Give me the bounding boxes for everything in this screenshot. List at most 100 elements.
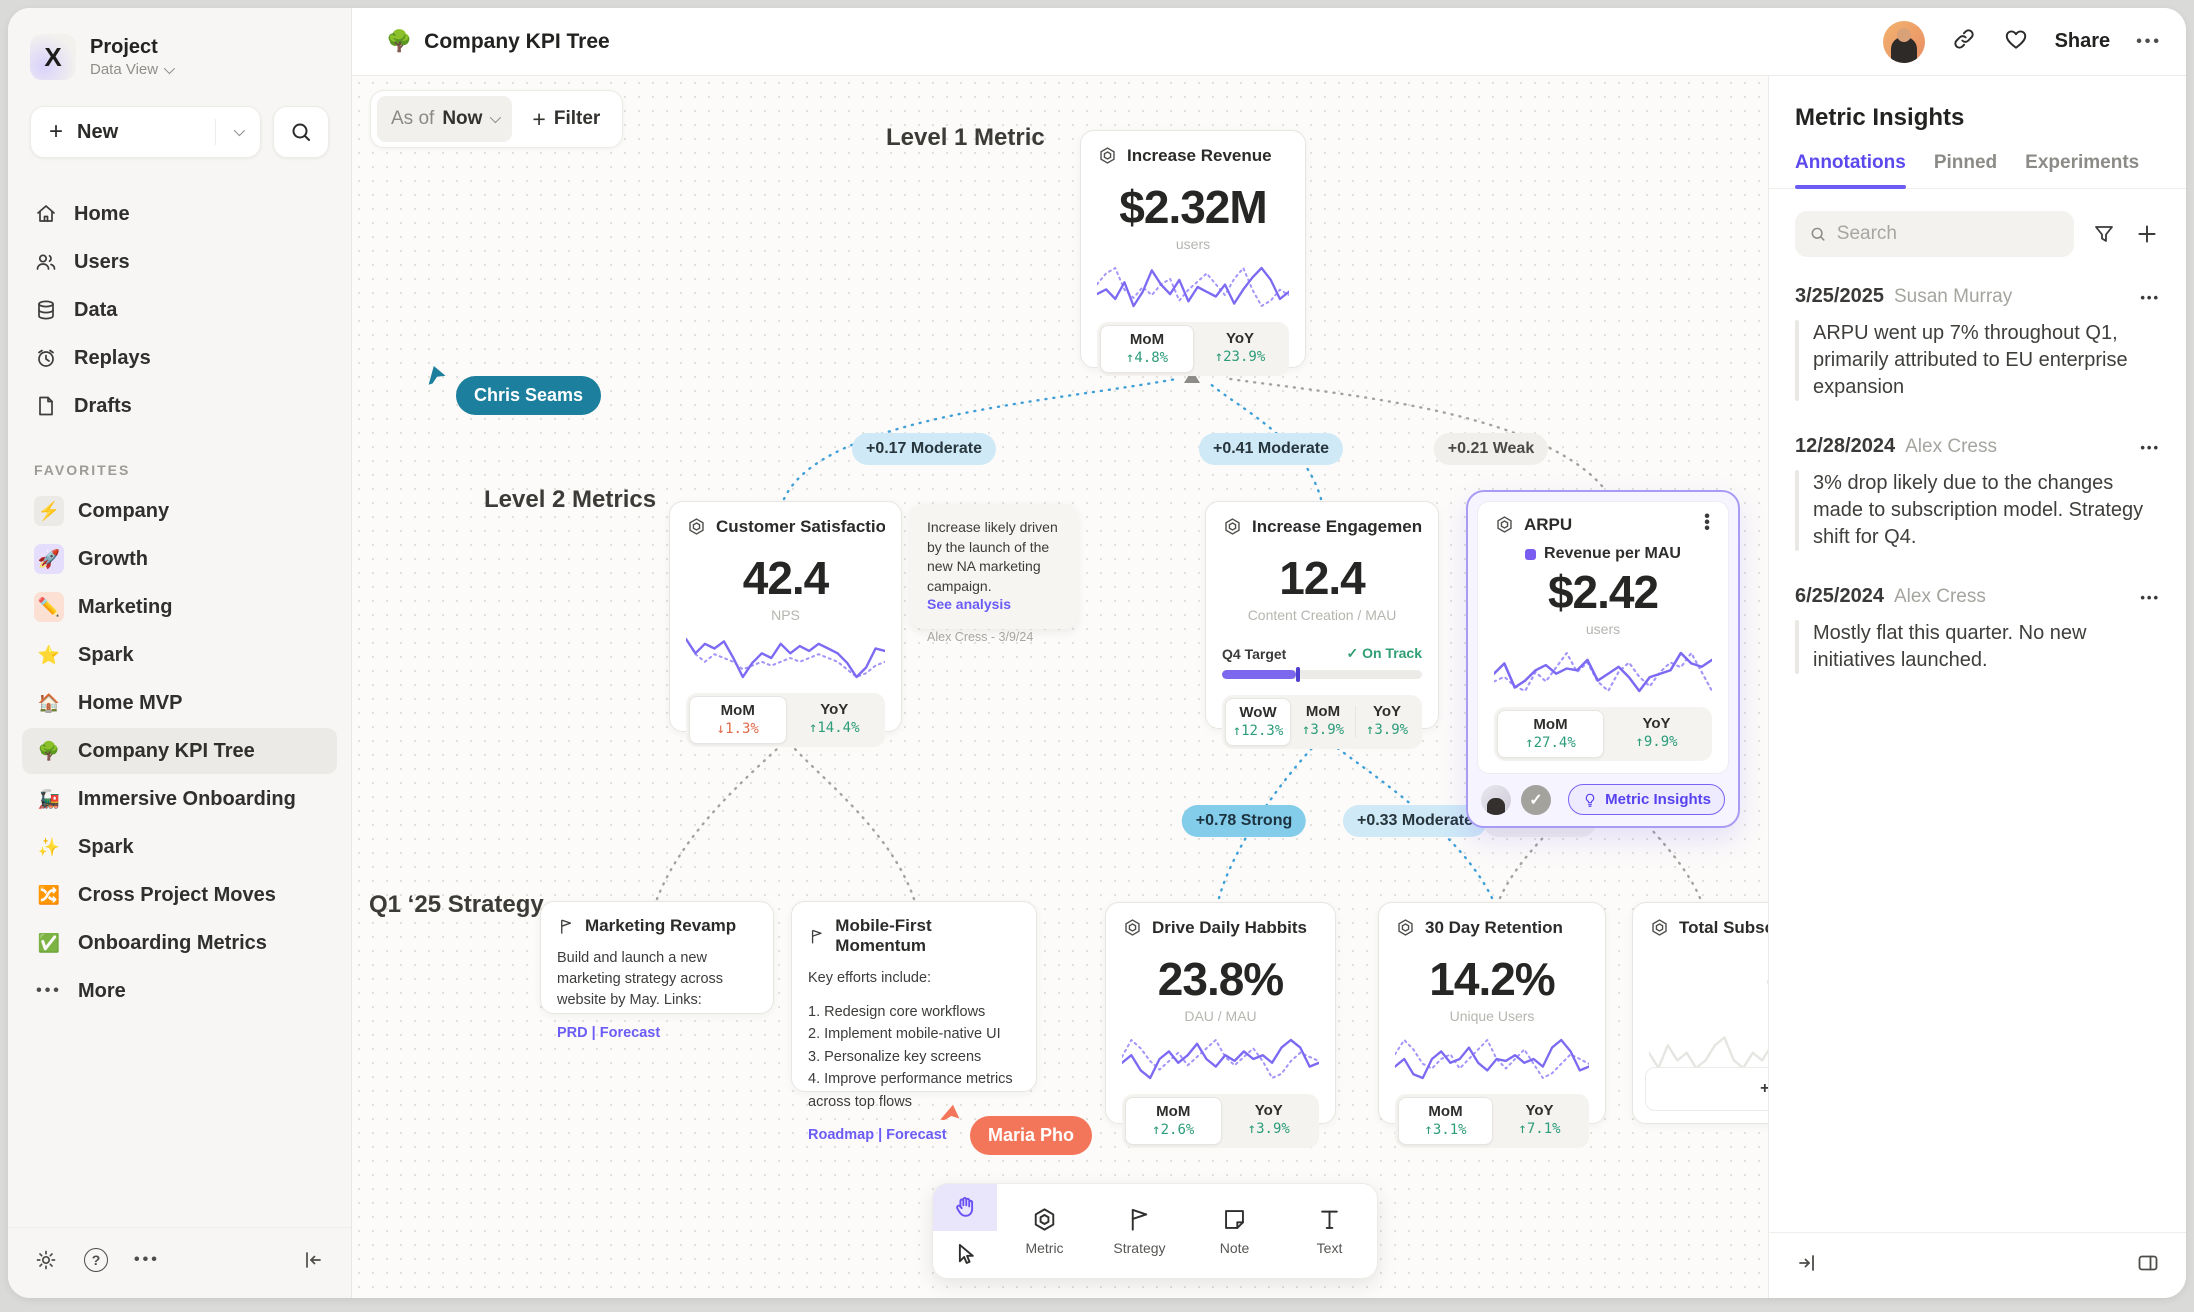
- metric-value: 14.2%: [1395, 952, 1589, 1006]
- metric-unit: DAU / MAU: [1122, 1008, 1319, 1024]
- sidebar-more-button[interactable]: •••: [134, 1251, 160, 1269]
- kpi-tree-canvas[interactable]: As of Now + Filter Level 1 Metric Level …: [352, 76, 1768, 1298]
- flag-icon: [557, 917, 576, 936]
- stat-chip-wow[interactable]: WoW↑12.3%: [1225, 698, 1291, 746]
- tool-note[interactable]: Note: [1187, 1184, 1282, 1278]
- annotation-menu-button[interactable]: •••: [2140, 590, 2160, 605]
- strategy-card-marketing-revamp[interactable]: Marketing Revamp Build and launch a new …: [540, 901, 774, 1014]
- filter-funnel-icon[interactable]: [2092, 222, 2116, 246]
- annotation-item[interactable]: 6/25/2024 Alex Cress ••• Mostly flat thi…: [1795, 585, 2160, 674]
- sidebar-item-company[interactable]: ⚡Company: [22, 488, 337, 534]
- card-menu-button[interactable]: •••: [1700, 514, 1714, 532]
- sidebar-item-company-kpi-tree[interactable]: 🌳Company KPI Tree: [22, 728, 337, 774]
- metric-unit: users: [1097, 236, 1289, 252]
- new-dropdown-caret[interactable]: [216, 128, 260, 136]
- see-analysis-link[interactable]: See analysis: [927, 596, 1061, 612]
- tab-annotations[interactable]: Annotations: [1795, 152, 1906, 188]
- stat-chip-yoy[interactable]: YoY↑3.9%: [1222, 1097, 1317, 1145]
- metric-hexagon-icon: [1222, 516, 1243, 537]
- sidebar-item-more[interactable]: •••More: [22, 968, 337, 1014]
- strategy-card-mobile-first-momentum[interactable]: Mobile-First Momentum Key efforts includ…: [791, 901, 1037, 1092]
- card-links[interactable]: Roadmap | Forecast: [808, 1127, 1020, 1143]
- sidebar-item-replays[interactable]: Replays: [22, 336, 337, 380]
- settings-button[interactable]: [34, 1248, 58, 1272]
- collapse-sidebar-button[interactable]: [301, 1248, 325, 1272]
- metric-insights-button[interactable]: Metric Insights: [1568, 784, 1725, 815]
- hand-tool-button[interactable]: [933, 1184, 997, 1231]
- annotation-menu-button[interactable]: •••: [2140, 440, 2160, 455]
- metric-card-30-day-retention[interactable]: 30 Day Retention 14.2% Unique Users MoM↑…: [1378, 902, 1606, 1124]
- stat-chip-mom[interactable]: MoM↑4.8%: [1100, 325, 1194, 373]
- favorite-button[interactable]: [2003, 26, 2029, 57]
- sidebar-item-home[interactable]: Home: [22, 192, 337, 236]
- chevron-down-icon: [164, 62, 175, 73]
- annotation-menu-button[interactable]: •••: [2140, 290, 2160, 305]
- stat-chip-yoy[interactable]: YoY↑9.9%: [1604, 710, 1709, 758]
- sidebar-item-spark[interactable]: ⭐Spark: [22, 632, 337, 678]
- lightbulb-icon: [1582, 792, 1598, 808]
- stat-chip-mom[interactable]: MoM↓1.3%: [689, 696, 787, 744]
- metric-card-customer-satisfaction[interactable]: Customer Satisfaction 42.4 NPS MoM↓1.3% …: [669, 501, 902, 732]
- project-view-selector[interactable]: Data View: [90, 61, 172, 78]
- sidebar-item-spark-2[interactable]: ✨Spark: [22, 824, 337, 870]
- tab-pinned[interactable]: Pinned: [1934, 152, 1997, 188]
- quote-bar: [1795, 320, 1799, 401]
- add-annotation-icon[interactable]: [2134, 221, 2160, 247]
- annotation-item[interactable]: 12/28/2024 Alex Cress ••• 3% drop likely…: [1795, 435, 2160, 551]
- stat-chip-yoy[interactable]: YoY↑14.4%: [787, 696, 883, 744]
- sidebar-item-onboarding-metrics[interactable]: ✅Onboarding Metrics: [22, 920, 337, 966]
- sidebar-item-cross-project-moves[interactable]: 🔀Cross Project Moves: [22, 872, 337, 918]
- metric-card-increase-engagement[interactable]: Increase Engagement 12.4 Content Creatio…: [1205, 501, 1439, 729]
- topbar-more-button[interactable]: •••: [2136, 33, 2162, 51]
- tab-experiments[interactable]: Experiments: [2025, 152, 2139, 188]
- search-input[interactable]: [1837, 223, 2060, 245]
- analysis-note[interactable]: Increase likely driven by the launch of …: [911, 504, 1077, 629]
- tool-text[interactable]: Text: [1282, 1184, 1377, 1278]
- stat-chip-yoy[interactable]: YoY↑23.9%: [1194, 325, 1286, 373]
- select-tool-button[interactable]: [933, 1231, 997, 1278]
- new-button[interactable]: + New: [30, 106, 261, 158]
- sidebar-item-users[interactable]: Users: [22, 240, 337, 284]
- asof-filter-bar: As of Now + Filter: [370, 90, 623, 148]
- metric-card-drive-daily-habbits[interactable]: Drive Daily Habbits 23.8% DAU / MAU MoM↑…: [1105, 902, 1336, 1124]
- card-links[interactable]: PRD | Forecast: [557, 1025, 757, 1041]
- sidebar-item-data[interactable]: Data: [22, 288, 337, 332]
- sidebar-item-marketing[interactable]: ✏️Marketing: [22, 584, 337, 630]
- edge-label: +0.21 Weak: [1434, 433, 1548, 465]
- annotation-item[interactable]: 3/25/2025 Susan Murray ••• ARPU went up …: [1795, 285, 2160, 401]
- stat-chip-yoy[interactable]: YoY↑3.9%: [1355, 698, 1419, 746]
- filter-button[interactable]: + Filter: [516, 106, 616, 133]
- tool-strategy[interactable]: Strategy: [1092, 1184, 1187, 1278]
- sidebar-item-home-mvp[interactable]: 🏠Home MVP: [22, 680, 337, 726]
- annotations-search[interactable]: [1795, 211, 2074, 257]
- sidebar-search-button[interactable]: [273, 106, 329, 158]
- stat-chip-mom[interactable]: MoM↑3.9%: [1291, 698, 1355, 746]
- layout-toggle-button[interactable]: [2136, 1251, 2160, 1280]
- sidebar-item-growth[interactable]: 🚀Growth: [22, 536, 337, 582]
- copy-link-button[interactable]: [1951, 26, 1977, 57]
- stat-chip-mom[interactable]: MoM↑27.4%: [1497, 710, 1604, 758]
- sidebar-item-immersive-onboarding[interactable]: 🚂Immersive Onboarding: [22, 776, 337, 822]
- house-icon: 🏠: [34, 688, 64, 718]
- metric-unit: users: [1494, 621, 1712, 637]
- project-switcher[interactable]: X Project Data View: [8, 8, 351, 90]
- stat-chip-yoy[interactable]: YoY↑7.1%: [1493, 1097, 1586, 1145]
- share-button[interactable]: Share: [2055, 30, 2111, 53]
- tool-metric[interactable]: Metric: [997, 1184, 1092, 1278]
- connect-data-button[interactable]: + Connect: [1645, 1067, 1768, 1111]
- asof-dropdown[interactable]: As of Now: [377, 96, 512, 142]
- edge-label: +0.17 Moderate: [852, 433, 996, 465]
- help-button[interactable]: ?: [84, 1248, 108, 1272]
- user-avatar[interactable]: [1883, 21, 1925, 63]
- panel-title: Metric Insights: [1769, 76, 2186, 152]
- cursor-icon: [952, 1241, 979, 1268]
- stat-chip-mom[interactable]: MoM↑3.1%: [1398, 1097, 1493, 1145]
- legend-swatch: [1525, 549, 1536, 560]
- metric-card-arpu-selected[interactable]: ••• ARPU Revenue per MAU $2.42 users MoM…: [1466, 490, 1740, 828]
- collapse-panel-button[interactable]: [1795, 1251, 1819, 1280]
- sidebar-item-drafts[interactable]: Drafts: [22, 384, 337, 428]
- cursor-icon-chris: [426, 364, 452, 390]
- metric-card-total-subscriptions[interactable]: Total Subscriptions + Connect: [1632, 902, 1768, 1124]
- metric-card-increase-revenue[interactable]: Increase Revenue $2.32M users MoM↑4.8% Y…: [1080, 130, 1306, 368]
- stat-chip-mom[interactable]: MoM↑2.6%: [1125, 1097, 1222, 1145]
